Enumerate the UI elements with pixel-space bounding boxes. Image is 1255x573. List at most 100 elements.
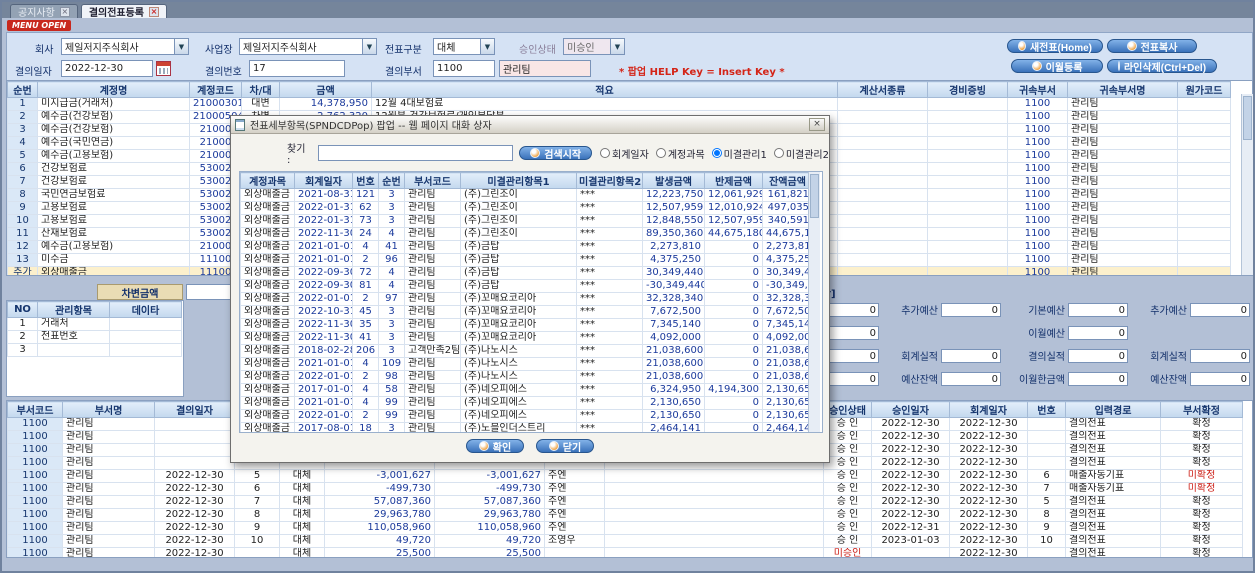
cell[interactable]: 조영우 [544, 534, 605, 548]
cell[interactable]: 관리팀 [62, 443, 155, 457]
cell[interactable]: 5 [7, 149, 38, 163]
cell[interactable] [1177, 175, 1231, 189]
table-row[interactable]: 1 미지급금(거래처) 21000301 대변 14,378,950 12월 4대보험료 1… [7, 97, 1231, 111]
cell[interactable] [837, 188, 928, 202]
cell[interactable]: (주)금탑 [460, 240, 577, 254]
cell[interactable]: 4 [352, 396, 379, 410]
cell[interactable]: 7,672,500 [642, 305, 705, 319]
cell[interactable]: 관리팀 [62, 547, 155, 557]
cell[interactable]: 확정 [1160, 508, 1243, 522]
cell[interactable]: 12,010,924 [704, 201, 763, 215]
column-header[interactable]: 회계일자 [294, 172, 353, 189]
cell[interactable]: 2022-12-30 [871, 482, 950, 496]
cell[interactable]: 관리팀 [404, 318, 461, 332]
cell[interactable]: *** [576, 344, 643, 358]
cell[interactable]: *** [576, 227, 643, 241]
radio-account-subject[interactable]: 계정과목 [655, 146, 705, 161]
cell[interactable]: 2 [7, 110, 38, 124]
popup-scrollbar[interactable] [808, 172, 820, 432]
table-row[interactable]: 외상매출금 2021-01-01 4 41 관리팀 (주)금탑 *** 2,273,810 0 2… [240, 240, 813, 254]
cell[interactable]: 2022-12-30 [949, 521, 1028, 535]
cell[interactable]: 1100 [1007, 136, 1068, 150]
cell[interactable]: 관리팀 [1067, 136, 1178, 150]
cell[interactable]: 3 [378, 344, 405, 358]
budget-input[interactable]: 0 [1190, 348, 1250, 363]
cell[interactable]: 44,675,180 [762, 227, 813, 241]
cell[interactable]: 확정 [1160, 547, 1243, 557]
cell[interactable] [927, 214, 1008, 228]
cell[interactable]: 2022-12-30 [871, 417, 950, 431]
cell[interactable]: 8 [1027, 508, 1066, 522]
column-header[interactable]: 승인일자 [871, 401, 950, 418]
table-row[interactable]: 1100 관리팀 2022-12-30 7 대체 57,087,360 57,087,360… [7, 495, 1243, 509]
cell[interactable]: 관리팀 [404, 396, 461, 410]
column-header[interactable]: 계정코드 [189, 81, 242, 98]
company-select[interactable]: 제일저지주식회사 ▼ [61, 38, 189, 55]
cell[interactable]: 12월 4대보험료 [371, 97, 838, 111]
cell[interactable] [927, 175, 1008, 189]
cell[interactable]: 1100 [1007, 253, 1068, 267]
cell[interactable]: 0 [704, 253, 763, 267]
cell[interactable]: 관리팀 [404, 214, 461, 228]
cell[interactable] [1177, 110, 1231, 124]
cell[interactable]: 미확정 [1160, 469, 1243, 483]
cell[interactable] [1177, 136, 1231, 150]
cell[interactable]: 미수금 [37, 253, 190, 267]
column-header[interactable]: 승인상태 [823, 401, 872, 418]
cell[interactable]: 12,223,750 [642, 188, 705, 202]
voucher-no-input[interactable]: 17 [249, 60, 345, 77]
cell[interactable]: (주)그린조이 [460, 188, 577, 202]
cell[interactable] [604, 534, 824, 548]
cell[interactable] [37, 343, 110, 357]
cell[interactable]: 관리팀 [1067, 214, 1178, 228]
cell[interactable]: (주)네오피에스 [460, 409, 577, 423]
cell[interactable]: 대체 [279, 521, 325, 535]
cell[interactable]: 외상매출금 [240, 253, 295, 267]
cell[interactable]: -30,349,440 [642, 279, 705, 293]
cell[interactable]: 관리팀 [62, 508, 155, 522]
column-header[interactable]: 계정과목 [240, 172, 295, 189]
cell[interactable]: 1100 [1007, 227, 1068, 241]
cell[interactable]: 2,130,650 [642, 409, 705, 423]
cell[interactable]: 2,273,810 [762, 240, 813, 254]
column-header[interactable]: 잔액금액 [762, 172, 813, 189]
table-row[interactable]: 1100 관리팀 2022-12-30 10 대체 49,720 49,720 조영우 승 인2… [7, 534, 1243, 548]
cell[interactable] [154, 443, 235, 457]
cell[interactable]: 미승인 [823, 547, 872, 557]
table-row[interactable]: 외상매출금2018-02-282063고객만족2팀(JJ(주)나노시스***21… [240, 344, 813, 358]
cell[interactable] [109, 343, 182, 357]
cell[interactable] [837, 110, 928, 124]
cell[interactable] [927, 201, 1008, 215]
cell[interactable]: 161,821 [762, 188, 813, 202]
column-header[interactable]: 경비증빙 [927, 81, 1008, 98]
cell[interactable]: 49,720 [434, 534, 545, 548]
radio-accounting-date[interactable]: 회계일자 [600, 146, 649, 161]
cell[interactable]: 고객만족2팀(JJ [404, 344, 461, 358]
cell[interactable]: 2022-09-30 [294, 279, 353, 293]
cell[interactable]: 4 [352, 383, 379, 397]
column-header[interactable]: 회계일자 [949, 401, 1028, 418]
cell[interactable]: 관리팀 [62, 534, 155, 548]
cell[interactable] [1177, 123, 1231, 137]
cell[interactable]: 2017-01-01 [294, 383, 353, 397]
cell[interactable]: 2022-12-30 [949, 443, 1028, 457]
cell[interactable] [1027, 430, 1066, 444]
cell[interactable]: 2022-12-30 [154, 482, 235, 496]
table-row[interactable]: 외상매출금 2021-01-01 2 96 관리팀 (주)금탑 *** 4,375,250 0 4… [240, 253, 813, 267]
cell[interactable]: 1100 [1007, 214, 1068, 228]
cell[interactable]: 관리팀 [1067, 188, 1178, 202]
cell[interactable]: 2022-12-30 [154, 508, 235, 522]
slip-type-select[interactable]: 대체 ▼ [433, 38, 495, 55]
cell[interactable]: 관리팀 [1067, 266, 1178, 275]
cell[interactable] [927, 240, 1008, 254]
cell[interactable]: 관리팀 [404, 292, 461, 306]
new-voucher-button[interactable]: 새전표(Home) [1007, 39, 1103, 54]
cell[interactable]: 73 [352, 214, 379, 228]
cell[interactable]: 관리팀 [404, 357, 461, 371]
cell[interactable]: 확정 [1160, 534, 1243, 548]
cell[interactable]: 7,345,140 [642, 318, 705, 332]
cell[interactable] [927, 188, 1008, 202]
cell[interactable] [837, 240, 928, 254]
cell[interactable]: 12,507,959 [642, 201, 705, 215]
table-row[interactable]: 외상매출금 2017-08-01 18 3 관리팀 (주)노블인더스트리 *** 2,464,… [240, 422, 813, 432]
